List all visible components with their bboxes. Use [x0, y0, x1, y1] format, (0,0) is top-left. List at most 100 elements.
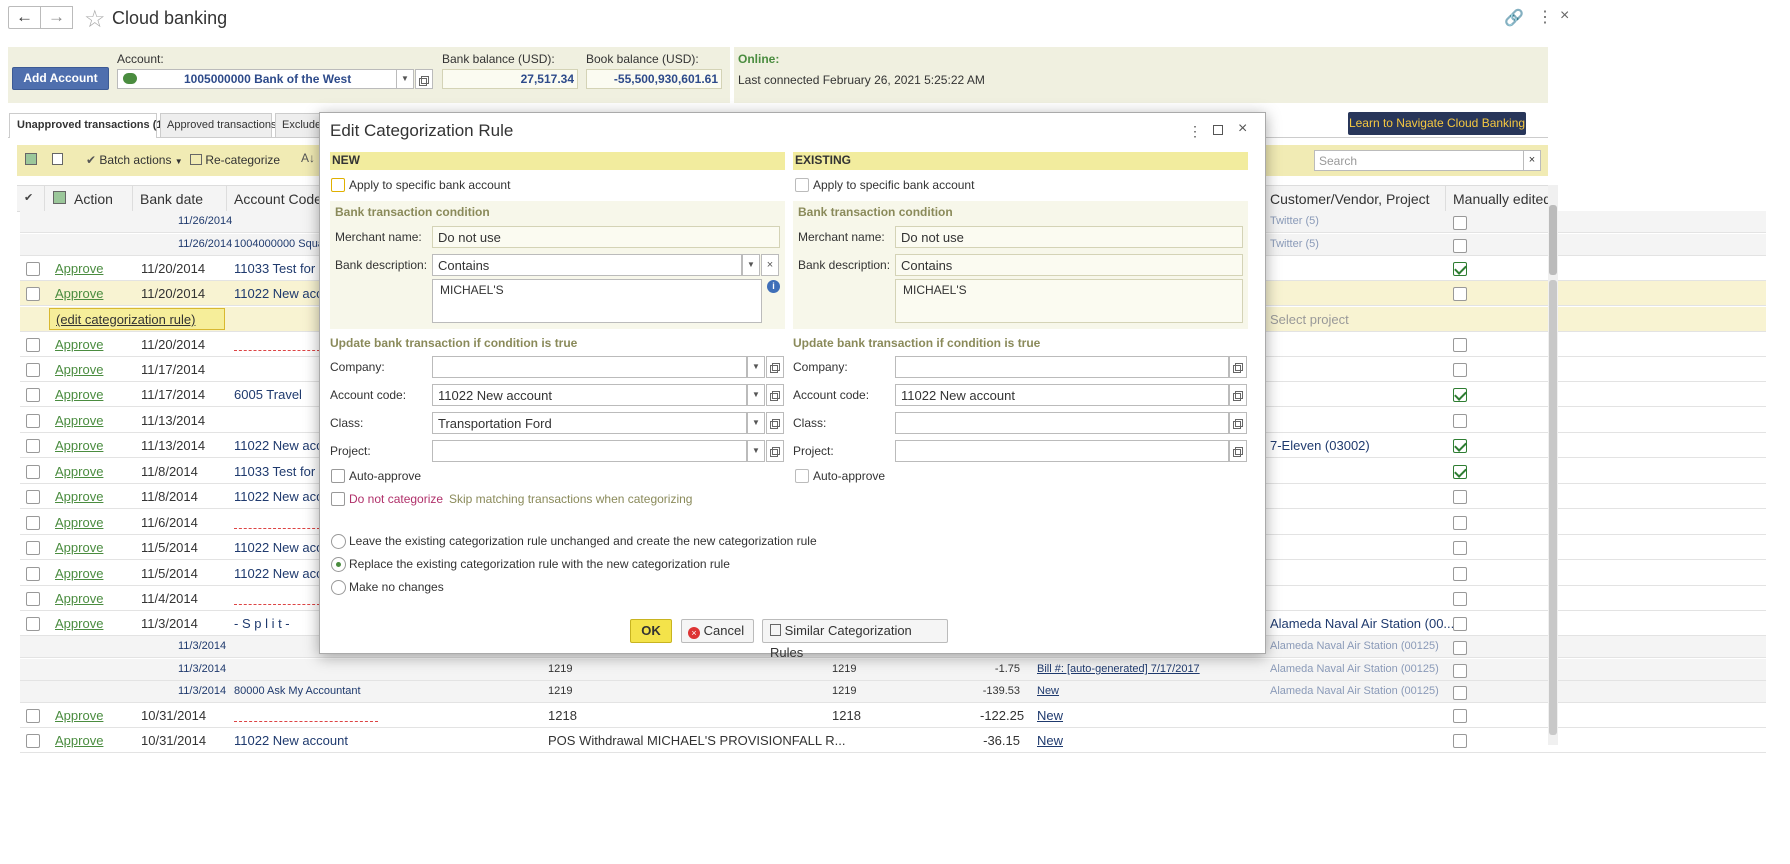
favorite-star-icon[interactable]: ☆: [84, 5, 106, 34]
new-apply-specific-checkbox[interactable]: [331, 178, 345, 192]
scroll-thumb-lower[interactable]: [1549, 280, 1557, 735]
account-code[interactable]: 11022 New acco: [234, 286, 330, 301]
similar-rules-button[interactable]: Similar Categorization Rules: [762, 619, 948, 660]
manually-edited-checkbox[interactable]: [1453, 617, 1467, 631]
do-not-categorize-checkbox[interactable]: [331, 492, 345, 506]
manually-edited-checkbox[interactable]: [1453, 239, 1467, 253]
row-select-checkbox[interactable]: [26, 592, 40, 606]
row-select-checkbox[interactable]: [26, 414, 40, 428]
approve-link[interactable]: Approve: [55, 591, 103, 606]
new-company-dropdown[interactable]: ▼: [747, 356, 765, 378]
document-link[interactable]: New: [1037, 733, 1063, 748]
approve-link[interactable]: Approve: [55, 733, 103, 748]
manually-edited-checkbox[interactable]: [1453, 338, 1467, 352]
new-account-code-dropdown[interactable]: ▼: [747, 384, 765, 406]
manually-edited-checkbox[interactable]: [1453, 516, 1467, 530]
approve-link[interactable]: Approve: [55, 566, 103, 581]
row-select-checkbox[interactable]: [26, 388, 40, 402]
manually-edited-checkbox[interactable]: [1453, 216, 1467, 230]
dialog-more-icon[interactable]: ⋮: [1188, 123, 1202, 140]
close-window-icon[interactable]: ×: [1560, 7, 1569, 25]
existing-company-open[interactable]: [1229, 356, 1247, 378]
row-select-checkbox[interactable]: [26, 567, 40, 581]
manually-edited-checkbox[interactable]: [1453, 541, 1467, 555]
new-project-field[interactable]: [432, 440, 747, 462]
row-select-checkbox[interactable]: [26, 439, 40, 453]
account-code[interactable]: 80000 Ask My Accountant: [234, 685, 361, 697]
new-company-field[interactable]: [432, 356, 747, 378]
manually-edited-checkbox[interactable]: [1453, 567, 1467, 581]
row-select-checkbox[interactable]: [26, 465, 40, 479]
sort-icon[interactable]: A↓: [301, 151, 315, 165]
account-open-button[interactable]: [415, 69, 433, 89]
approve-link[interactable]: Approve: [55, 413, 103, 428]
approve-link[interactable]: Approve: [55, 362, 103, 377]
search-input[interactable]: Search: [1314, 150, 1524, 171]
approve-link[interactable]: Approve: [55, 438, 103, 453]
back-button[interactable]: ←: [8, 6, 41, 29]
new-company-open[interactable]: [766, 356, 784, 378]
approve-link[interactable]: Approve: [55, 286, 103, 301]
tab-excluded[interactable]: Excluded: [275, 113, 325, 137]
batch-actions-button[interactable]: ✔ Batch actions ▼: [86, 153, 183, 167]
row-select-checkbox[interactable]: [26, 287, 40, 301]
existing-account-code-open[interactable]: [1229, 384, 1247, 406]
row-select-checkbox[interactable]: [26, 709, 40, 723]
do-not-categorize-label[interactable]: Do not categorize: [349, 492, 443, 506]
manually-edited-checkbox[interactable]: [1453, 641, 1467, 655]
approve-link[interactable]: Approve: [55, 464, 103, 479]
table-row[interactable]: Approve 10/31/2014 1218 1218 -122.25 New: [20, 703, 1766, 728]
approve-link[interactable]: Approve: [55, 489, 103, 504]
row-select-checkbox[interactable]: [26, 516, 40, 530]
approve-link[interactable]: Approve: [55, 708, 103, 723]
manually-edited-checkbox[interactable]: [1453, 734, 1467, 748]
manually-edited-checkbox[interactable]: [1453, 388, 1467, 402]
option-leave-radio[interactable]: [331, 534, 346, 549]
new-class-dropdown[interactable]: ▼: [747, 412, 765, 434]
option-no-change-label[interactable]: Make no changes: [349, 580, 444, 594]
account-code[interactable]: 11022 New acco: [234, 489, 330, 504]
existing-class-open[interactable]: [1229, 412, 1247, 434]
manually-edited-checkbox[interactable]: [1453, 363, 1467, 377]
account-code[interactable]: 11022 New acco: [234, 540, 330, 555]
row-select-checkbox[interactable]: [26, 617, 40, 631]
edit-categorization-rule-link[interactable]: (edit categorization rule): [49, 308, 225, 330]
select-all-check-icon[interactable]: ✔: [24, 191, 33, 204]
manually-edited-checkbox[interactable]: [1453, 465, 1467, 479]
account-code[interactable]: 11022 New account: [234, 733, 348, 748]
recategorize-button[interactable]: Re-categorize: [190, 153, 280, 167]
row-select-checkbox[interactable]: [26, 338, 40, 352]
table-row[interactable]: Approve 10/31/2014 11022 New account POS Wi…: [20, 728, 1766, 753]
document-link[interactable]: New: [1037, 685, 1059, 697]
row-select-checkbox[interactable]: [26, 363, 40, 377]
tab-approved[interactable]: Approved transactions: [160, 113, 276, 137]
search-clear-button[interactable]: ×: [1523, 150, 1541, 171]
account-select[interactable]: 1005000000 Bank of the West: [117, 69, 414, 89]
new-desc-condition-select[interactable]: Contains: [432, 254, 742, 276]
account-code[interactable]: 11022 New acco: [234, 566, 330, 581]
ok-button[interactable]: OK: [630, 619, 672, 643]
info-icon[interactable]: i: [767, 280, 780, 293]
col-account-code[interactable]: Account Code: [234, 191, 322, 207]
new-class-field[interactable]: Transportation Ford: [432, 412, 747, 434]
manually-edited-checkbox[interactable]: [1453, 686, 1467, 700]
forward-button[interactable]: →: [40, 6, 73, 29]
option-no-change-radio[interactable]: [331, 580, 346, 595]
approve-all-icon[interactable]: [25, 153, 37, 165]
manually-edited-checkbox[interactable]: [1453, 709, 1467, 723]
col-manually-edited[interactable]: Manually edited: [1453, 191, 1551, 207]
new-account-code-field[interactable]: 11022 New account: [432, 384, 747, 406]
account-code[interactable]: - S p l i t -: [234, 616, 290, 631]
account-code[interactable]: 11022 New acco: [234, 438, 330, 453]
new-apply-specific-label[interactable]: Apply to specific bank account: [349, 178, 510, 192]
manually-edited-checkbox[interactable]: [1453, 664, 1467, 678]
more-icon[interactable]: ⋮: [1537, 7, 1553, 27]
col-bank-date[interactable]: Bank date: [140, 191, 203, 207]
option-replace-radio[interactable]: [331, 557, 346, 572]
scroll-thumb[interactable]: [1549, 205, 1557, 275]
select-project-placeholder[interactable]: Select project: [1270, 312, 1349, 327]
col-action[interactable]: Action: [74, 191, 113, 207]
learn-button[interactable]: Learn to Navigate Cloud Banking: [1348, 112, 1526, 135]
new-merchant-field[interactable]: Do not use: [432, 226, 780, 248]
account-dropdown-button[interactable]: ▼: [396, 69, 414, 89]
